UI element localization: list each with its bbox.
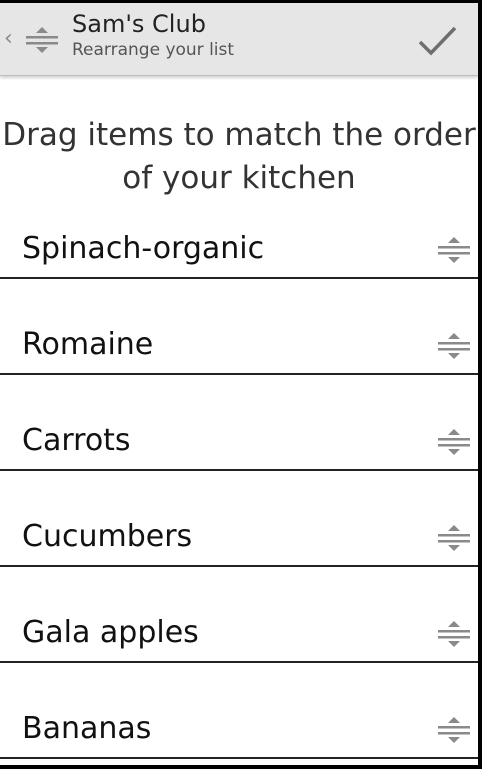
instructions-text: Drag items to match the order of your ki…: [0, 114, 478, 200]
instructions-line: Drag items to match the order of your ki…: [2, 117, 476, 196]
list-item-label: Carrots: [22, 423, 131, 458]
list-item[interactable]: Cucumbers: [0, 505, 478, 601]
list-item[interactable]: Gala apples: [0, 601, 478, 697]
list-item-label: Spinach-organic: [22, 231, 265, 266]
reorder-list-icon[interactable]: [24, 25, 60, 55]
divider: [0, 469, 478, 471]
drag-handle-icon[interactable]: [437, 332, 471, 360]
action-bar-subtitle: Rearrange your list: [72, 40, 235, 60]
list-item-label: Gala apples: [22, 615, 199, 650]
divider: [0, 277, 478, 279]
title-block: Sam's Club Rearrange your list: [72, 9, 234, 61]
drag-handle-icon[interactable]: [437, 236, 471, 264]
drag-handle-icon[interactable]: [437, 620, 471, 648]
action-bar: ‹ Sam's Club Rearrange your list: [0, 3, 478, 76]
list-item[interactable]: Spinach-organic: [0, 217, 478, 313]
list-item[interactable]: Bananas: [0, 697, 478, 765]
drag-handle-icon[interactable]: [437, 428, 471, 456]
reorder-list: Spinach-organic Romaine Carrots Cucumber…: [0, 217, 478, 765]
rearrange-screen: ‹ Sam's Club Rearrange your list Drag it…: [0, 3, 478, 765]
drag-handle-icon[interactable]: [437, 524, 471, 552]
divider: [0, 373, 478, 375]
list-item-label: Bananas: [22, 711, 152, 746]
divider: [0, 565, 478, 567]
list-item[interactable]: Carrots: [0, 409, 478, 505]
list-item-label: Cucumbers: [22, 519, 193, 554]
list-item-label: Romaine: [22, 327, 154, 362]
list-item[interactable]: Romaine: [0, 313, 478, 409]
divider: [0, 661, 478, 663]
done-checkmark-button[interactable]: [410, 17, 466, 65]
drag-handle-icon[interactable]: [437, 716, 471, 744]
divider: [0, 757, 478, 759]
action-bar-title: Sam's Club: [72, 10, 206, 38]
up-caret-icon[interactable]: ‹: [4, 28, 13, 50]
